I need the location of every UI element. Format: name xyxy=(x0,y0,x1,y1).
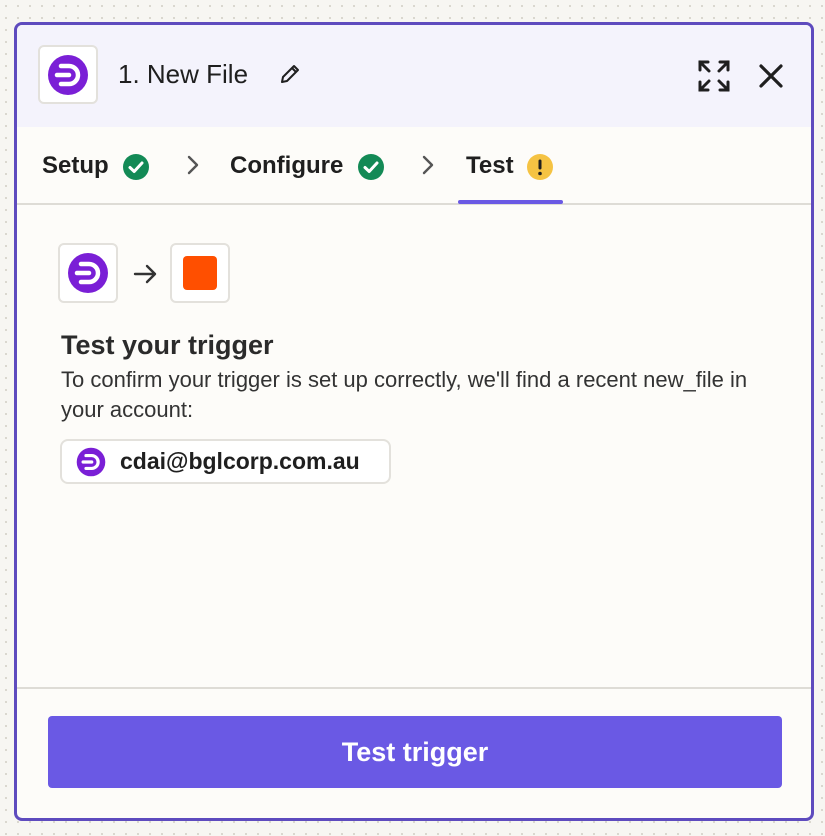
app-icon xyxy=(48,54,88,95)
footer-divider xyxy=(17,687,811,689)
app-icon xyxy=(68,253,108,293)
target-app-box xyxy=(170,243,230,303)
source-app-box xyxy=(58,243,118,303)
tab-test[interactable]: Test xyxy=(466,127,566,205)
step-panel: 1. New File Setup Configure Test Test yo… xyxy=(14,22,814,821)
expand-icon[interactable] xyxy=(697,59,731,93)
test-trigger-button[interactable]: Test trigger xyxy=(48,716,782,788)
account-chip[interactable]: cdai@bglcorp.com.au xyxy=(60,439,391,484)
panel-header: 1. New File xyxy=(17,25,811,127)
step-tabs: Setup Configure Test xyxy=(17,127,811,205)
account-email: cdai@bglcorp.com.au xyxy=(120,448,360,474)
warning-circle-icon xyxy=(527,154,553,180)
tab-setup[interactable]: Setup xyxy=(42,127,157,205)
step-title: 1. New File xyxy=(118,59,249,89)
test-section-description: To confirm your trigger is set up correc… xyxy=(61,367,748,422)
check-circle-icon xyxy=(123,154,149,180)
app-icon xyxy=(76,447,106,476)
pencil-icon[interactable] xyxy=(277,61,303,87)
tab-setup-label: Setup xyxy=(42,152,109,179)
arrow-right-icon xyxy=(133,264,157,284)
close-icon[interactable] xyxy=(756,61,786,91)
test-section-title: Test your trigger xyxy=(61,330,274,360)
tab-configure-label: Configure xyxy=(230,152,344,179)
chevron-right-icon xyxy=(187,155,199,175)
tab-configure[interactable]: Configure xyxy=(230,127,390,205)
active-tab-indicator xyxy=(458,200,563,204)
zapier-orange-square-icon xyxy=(183,256,217,290)
chevron-right-icon xyxy=(422,155,434,175)
check-circle-icon xyxy=(358,154,384,180)
app-icon-box xyxy=(38,45,98,104)
tab-test-label: Test xyxy=(466,152,514,179)
